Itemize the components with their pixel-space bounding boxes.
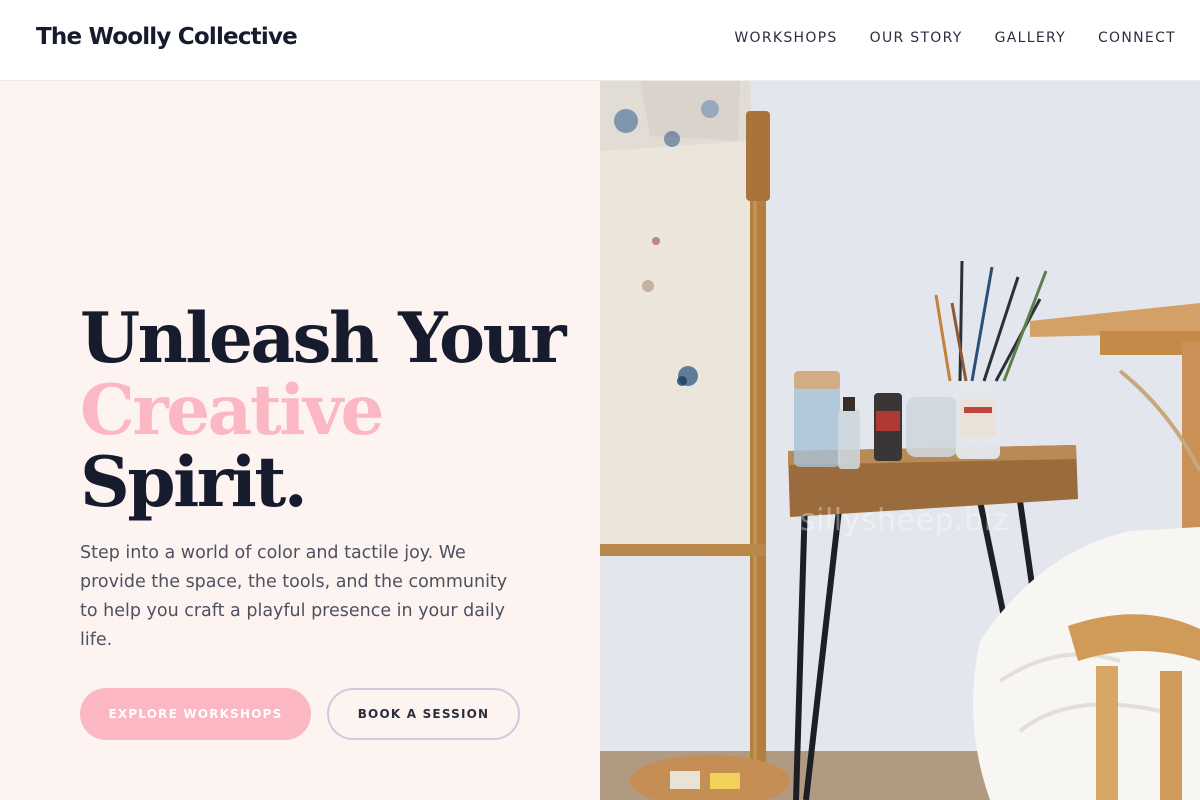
main-nav: WORKSHOPS OUR STORY GALLERY CONNECT — [734, 30, 1176, 46]
hero-content: Unleash Your Creative Spirit. Step into … — [0, 81, 600, 800]
site-logo[interactable]: The Woolly Collective — [36, 24, 298, 50]
studio-illustration — [600, 81, 1200, 800]
nav-gallery[interactable]: GALLERY — [995, 30, 1066, 46]
headline-line-3: Spirit. — [80, 442, 308, 523]
site-header: The Woolly Collective WORKSHOPS OUR STOR… — [0, 0, 1200, 81]
headline-accent: Creative — [80, 370, 384, 451]
hero-subtext: Step into a world of color and tactile j… — [80, 543, 508, 650]
headline-line-1: Unleash Your — [80, 298, 567, 379]
nav-our-story[interactable]: OUR STORY — [870, 30, 963, 46]
nav-workshops[interactable]: WORKSHOPS — [734, 30, 837, 46]
image-watermark: sillysheep.biz — [800, 503, 1009, 538]
explore-workshops-button[interactable]: EXPLORE WORKSHOPS — [80, 688, 311, 740]
hero-headline: Unleash Your Creative Spirit. — [80, 298, 567, 523]
hero-photo-art-studio: sillysheep.biz — [600, 81, 1200, 800]
book-session-button[interactable]: BOOK A SESSION — [327, 688, 520, 740]
nav-connect[interactable]: CONNECT — [1098, 30, 1176, 46]
